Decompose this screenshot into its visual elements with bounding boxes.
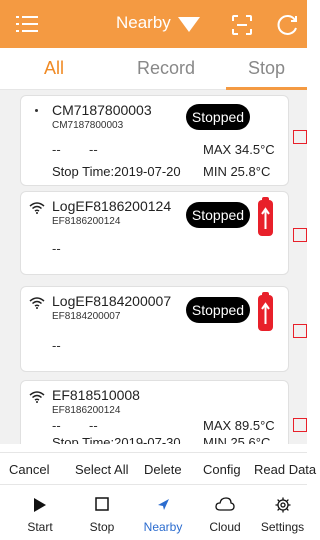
tab-stop[interactable]: Stop bbox=[248, 58, 285, 79]
refresh-icon[interactable] bbox=[276, 13, 300, 37]
device-id: CM7187800003 bbox=[52, 120, 124, 131]
scan-icon[interactable] bbox=[231, 14, 253, 36]
select-checkbox[interactable] bbox=[293, 418, 307, 432]
stop-time: Stop Time:2019-07-30 bbox=[52, 435, 181, 444]
device-id: EF8184200007 bbox=[52, 311, 121, 322]
dot-icon bbox=[35, 109, 38, 112]
read-data-button[interactable]: Read Data bbox=[254, 462, 316, 477]
device-value-2: -- bbox=[89, 142, 98, 157]
wifi-icon bbox=[29, 297, 45, 309]
select-all-button[interactable]: Select All bbox=[75, 462, 128, 477]
filter-tabs: All Record Stop bbox=[0, 48, 307, 90]
device-value-1: -- bbox=[52, 142, 61, 157]
status-badge: Stopped bbox=[186, 297, 250, 323]
device-value-1: -- bbox=[52, 418, 61, 433]
min-temp: MIN 25.8°C bbox=[203, 164, 271, 179]
cloud-icon bbox=[215, 497, 235, 511]
nav-label: Start bbox=[27, 520, 53, 534]
max-temp: MAX 89.5°C bbox=[203, 418, 275, 433]
device-name: EF818510008 bbox=[52, 387, 140, 403]
cancel-button[interactable]: Cancel bbox=[9, 462, 49, 477]
batch-action-bar: Cancel Select All Delete Config Read Dat… bbox=[0, 452, 316, 484]
device-card[interactable]: EF818510008 EF8186200124 -- -- MAX 89.5°… bbox=[20, 380, 289, 444]
stop-icon bbox=[95, 497, 109, 511]
nav-cloud[interactable]: Cloud bbox=[199, 485, 251, 540]
device-value-1: -- bbox=[52, 338, 61, 353]
device-name: LogEF8184200007 bbox=[52, 293, 172, 309]
menu-icon[interactable] bbox=[16, 13, 38, 35]
device-list[interactable]: CM7187800003 CM7187800003 Stopped -- -- … bbox=[0, 90, 307, 444]
nav-label: Settings bbox=[260, 520, 305, 534]
status-badge: Stopped bbox=[186, 202, 250, 228]
nav-start[interactable]: Start bbox=[14, 485, 66, 540]
tab-record[interactable]: Record bbox=[137, 58, 195, 79]
device-card[interactable]: CM7187800003 CM7187800003 Stopped -- -- … bbox=[20, 95, 289, 186]
delete-button[interactable]: Delete bbox=[144, 462, 182, 477]
nav-nearby[interactable]: Nearby bbox=[137, 485, 189, 540]
wifi-icon bbox=[29, 391, 45, 403]
nav-stop[interactable]: Stop bbox=[76, 485, 128, 540]
wifi-icon bbox=[29, 202, 45, 214]
battery-low-icon bbox=[258, 197, 273, 236]
device-name: CM7187800003 bbox=[52, 102, 152, 118]
device-name: LogEF8186200124 bbox=[52, 198, 172, 214]
bottom-navigation: Start Stop Nearby Cloud Settings bbox=[0, 484, 307, 540]
status-badge: Stopped bbox=[186, 104, 250, 130]
nav-label: Stop bbox=[89, 520, 115, 534]
gear-icon bbox=[275, 497, 290, 513]
nav-label: Cloud bbox=[209, 520, 241, 534]
play-icon bbox=[34, 498, 46, 512]
device-value-2: -- bbox=[89, 418, 98, 433]
device-card[interactable]: LogEF8186200124 EF8186200124 Stopped -- bbox=[20, 191, 289, 275]
battery-low-icon bbox=[258, 292, 273, 331]
compass-icon bbox=[158, 499, 169, 510]
device-value-1: -- bbox=[52, 241, 61, 256]
device-id: EF8186200124 bbox=[52, 216, 121, 227]
device-id: EF8186200124 bbox=[52, 405, 121, 416]
nav-settings[interactable]: Settings bbox=[258, 485, 307, 540]
device-card[interactable]: LogEF8184200007 EF8184200007 Stopped -- bbox=[20, 286, 289, 372]
dropdown-caret-icon[interactable] bbox=[178, 17, 200, 32]
select-checkbox[interactable] bbox=[293, 130, 307, 144]
nav-label: Nearby bbox=[143, 520, 183, 534]
select-checkbox[interactable] bbox=[293, 324, 307, 338]
config-button[interactable]: Config bbox=[203, 462, 241, 477]
tab-all[interactable]: All bbox=[44, 58, 64, 79]
min-temp: MIN 25.6°C bbox=[203, 435, 271, 444]
max-temp: MAX 34.5°C bbox=[203, 142, 275, 157]
nearby-dropdown-label[interactable]: Nearby bbox=[116, 13, 171, 33]
stop-time: Stop Time:2019-07-20 bbox=[52, 164, 181, 179]
select-checkbox[interactable] bbox=[293, 228, 307, 242]
top-bar: Nearby bbox=[0, 0, 307, 48]
